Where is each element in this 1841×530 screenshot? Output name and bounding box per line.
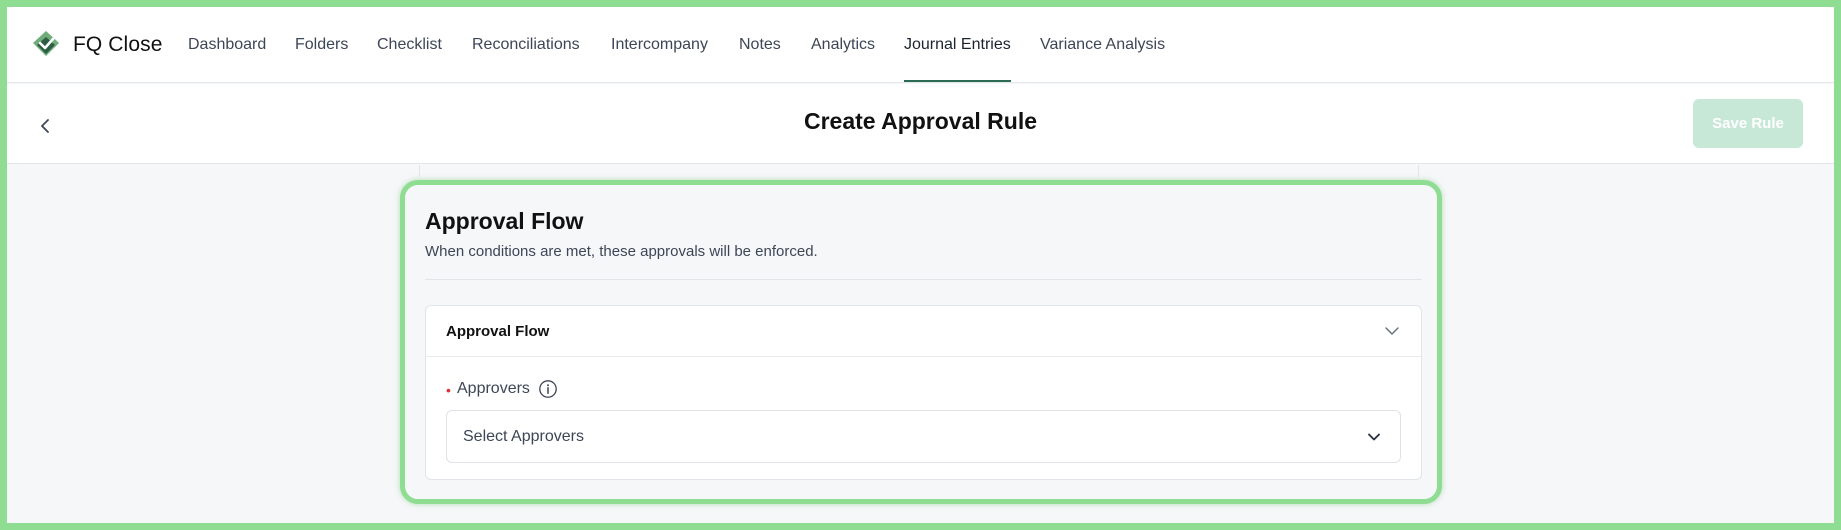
- chevron-down-icon: [1368, 433, 1380, 441]
- nav-item-checklist[interactable]: Checklist: [377, 36, 442, 54]
- nav-item-dashboard[interactable]: Dashboard: [188, 36, 266, 54]
- info-icon[interactable]: [538, 379, 558, 399]
- approval-flow-section: Approval Flow When conditions are met, t…: [400, 180, 1442, 504]
- nav-item-variance-analysis[interactable]: Variance Analysis: [1040, 36, 1165, 54]
- approval-flow-panel-header[interactable]: Approval Flow: [426, 306, 1421, 357]
- chevron-down-icon[interactable]: [1383, 322, 1401, 340]
- approval-flow-panel: Approval Flow • Approvers Select Approve…: [425, 305, 1422, 480]
- nav-item-analytics[interactable]: Analytics: [811, 36, 875, 54]
- required-indicator-icon: •: [446, 382, 451, 398]
- nav-item-journal-entries[interactable]: Journal Entries: [904, 36, 1011, 54]
- nav-item-intercompany[interactable]: Intercompany: [611, 36, 708, 54]
- content-column-edge: [419, 165, 1419, 177]
- nav-item-notes[interactable]: Notes: [739, 36, 781, 54]
- section-subtitle: When conditions are met, these approvals…: [425, 243, 818, 260]
- section-divider: [425, 279, 1422, 280]
- brand-name[interactable]: FQ Close: [73, 33, 163, 57]
- page-header: Create Approval Rule Save Rule: [7, 84, 1834, 164]
- approvers-select-placeholder: Select Approvers: [463, 428, 584, 445]
- top-navigation: FQ Close Dashboard Folders Checklist Rec…: [7, 7, 1834, 83]
- approvers-label: Approvers: [457, 380, 530, 397]
- fq-close-logo-icon[interactable]: [31, 29, 61, 59]
- page-title: Create Approval Rule: [803, 108, 1038, 134]
- nav-item-reconciliations[interactable]: Reconciliations: [472, 36, 580, 54]
- section-title: Approval Flow: [425, 208, 584, 234]
- approvers-select[interactable]: Select Approvers: [446, 410, 1401, 463]
- active-tab-indicator: [904, 80, 1011, 82]
- save-rule-button[interactable]: Save Rule: [1693, 99, 1803, 148]
- app-window: FQ Close Dashboard Folders Checklist Rec…: [7, 7, 1834, 523]
- panel-title: Approval Flow: [446, 323, 550, 340]
- nav-item-folders[interactable]: Folders: [295, 36, 348, 54]
